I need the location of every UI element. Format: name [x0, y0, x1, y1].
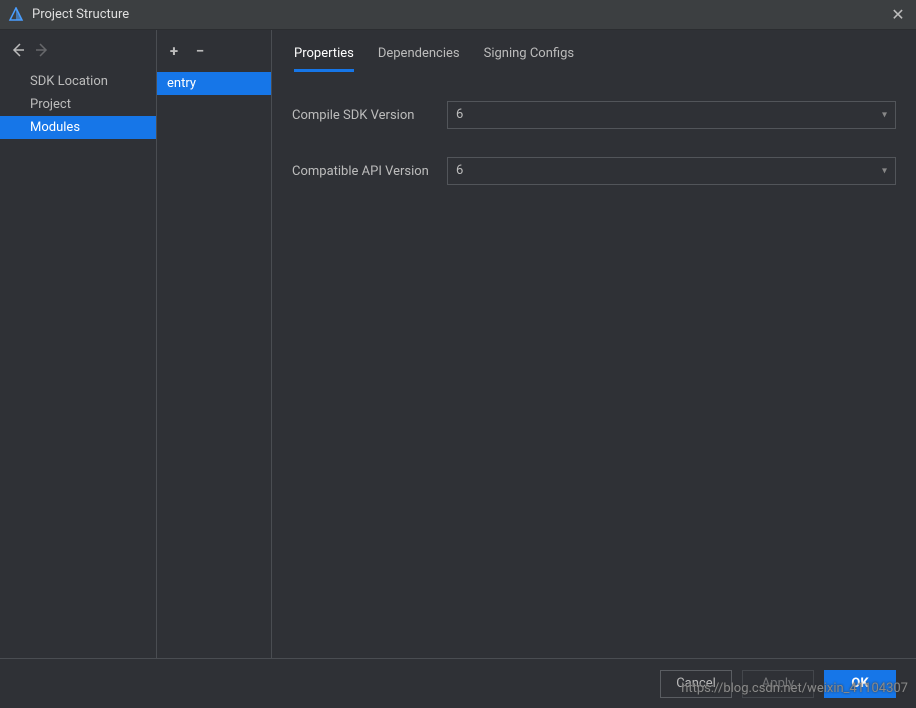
window-title: Project Structure — [32, 7, 129, 22]
titlebar: Project Structure ✕ — [0, 0, 916, 30]
watermark: https://blog.csdn.net/weixin_41104307 — [681, 681, 908, 696]
close-icon[interactable]: ✕ — [888, 5, 908, 24]
sidebar-item-sdk-location[interactable]: SDK Location — [0, 70, 156, 93]
tab-dependencies[interactable]: Dependencies — [378, 42, 460, 72]
module-item-entry[interactable]: entry — [157, 72, 271, 95]
compatible-api-value: 6 — [456, 163, 463, 178]
tab-signing-configs[interactable]: Signing Configs — [484, 42, 575, 72]
module-toolbar: + − — [157, 42, 271, 60]
add-module-icon[interactable]: + — [167, 42, 181, 60]
tabs: Properties Dependencies Signing Configs — [272, 42, 916, 72]
app-icon — [8, 7, 24, 23]
row-compatible-api: Compatible API Version 6 ▾ — [272, 157, 916, 185]
compatible-api-select[interactable]: 6 ▾ — [447, 157, 896, 185]
compile-sdk-select[interactable]: 6 ▾ — [447, 101, 896, 129]
remove-module-icon[interactable]: − — [193, 42, 207, 60]
compile-sdk-value: 6 — [456, 107, 463, 122]
main-container: SDK Location Project Modules + − entry P… — [0, 30, 916, 658]
content-panel: Properties Dependencies Signing Configs … — [272, 30, 916, 658]
sidebar-item-modules[interactable]: Modules — [0, 116, 156, 139]
nav-arrows — [0, 42, 156, 58]
left-sidebar: SDK Location Project Modules — [0, 30, 157, 658]
compile-sdk-label: Compile SDK Version — [292, 108, 447, 123]
chevron-down-icon: ▾ — [882, 166, 887, 177]
sidebar-item-project[interactable]: Project — [0, 93, 156, 116]
compatible-api-label: Compatible API Version — [292, 164, 447, 179]
forward-arrow-icon — [34, 42, 50, 58]
titlebar-left: Project Structure — [8, 7, 129, 23]
module-list: + − entry — [157, 30, 272, 658]
back-arrow-icon[interactable] — [10, 42, 26, 58]
row-compile-sdk: Compile SDK Version 6 ▾ — [272, 101, 916, 129]
tab-underline — [292, 76, 896, 77]
tab-properties[interactable]: Properties — [294, 42, 354, 72]
chevron-down-icon: ▾ — [882, 110, 887, 121]
